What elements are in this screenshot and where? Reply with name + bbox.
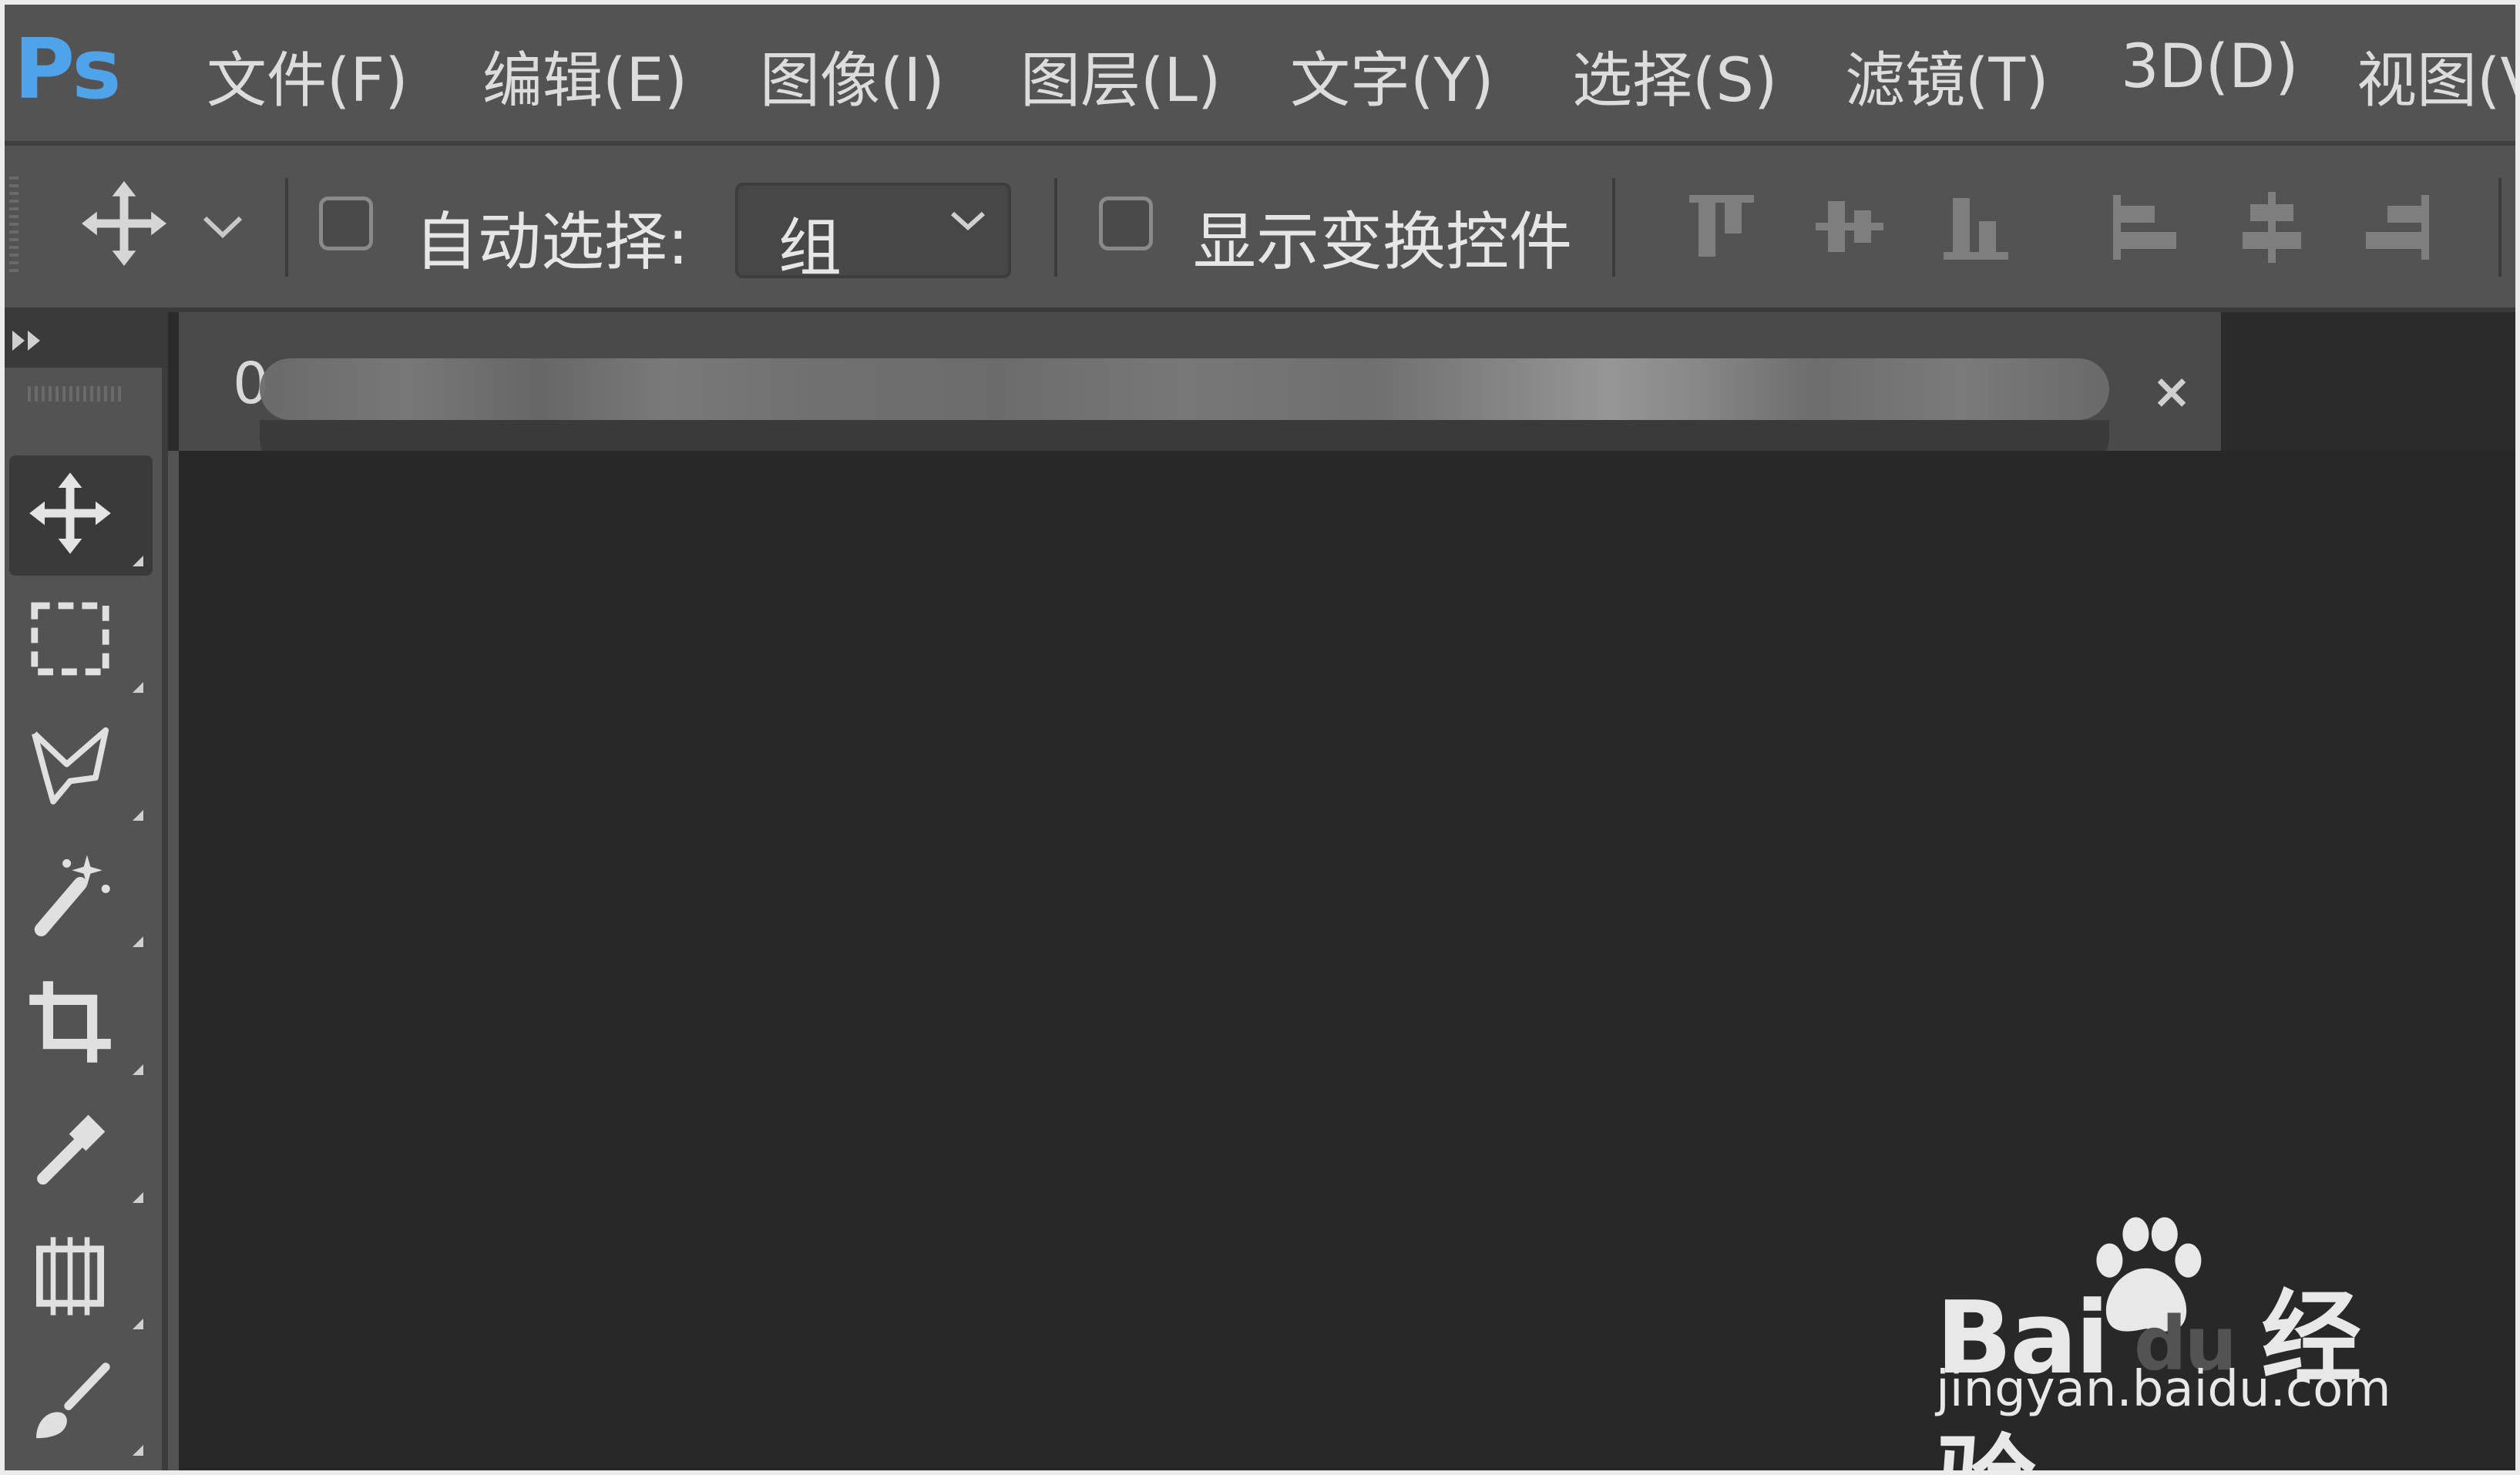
- document-tab[interactable]: 0 ×: [179, 312, 2221, 482]
- eyedropper-icon[interactable]: [9, 1092, 153, 1212]
- show-transform-controls-label: 显示变换控件: [1193, 206, 1573, 279]
- align-horizontal-centers-icon[interactable]: [2233, 189, 2310, 269]
- options-divider: [2498, 178, 2502, 277]
- align-top-edges-icon[interactable]: [1683, 189, 1760, 269]
- tools-panel-grip[interactable]: [28, 386, 123, 402]
- auto-select-checkbox[interactable]: [319, 197, 373, 250]
- watermark-url: jingyan.baidu.com: [1936, 1361, 2391, 1418]
- show-transform-controls-checkbox[interactable]: [1099, 197, 1153, 250]
- menu-layer[interactable]: 图层(L): [1020, 32, 1221, 119]
- tools-panel: [5, 368, 168, 1470]
- menu-bar: Ps 文件(F) 编辑(E) 图像(I) 图层(L) 文字(Y) 选择(S) 滤…: [5, 5, 2515, 146]
- rectangular-marquee-icon[interactable]: [9, 582, 153, 702]
- align-bottom-edges-icon[interactable]: [1937, 189, 2014, 269]
- brush-icon[interactable]: [9, 1345, 153, 1465]
- redacted-filename: [260, 358, 2109, 420]
- tool-preset-chevron-icon[interactable]: [202, 213, 244, 243]
- menu-3d[interactable]: 3D(D): [2121, 32, 2299, 102]
- menu-edit[interactable]: 编辑(E): [482, 32, 687, 119]
- photoshop-window: Ps 文件(F) 编辑(E) 图像(I) 图层(L) 文字(Y) 选择(S) 滤…: [5, 5, 2515, 1470]
- align-left-edges-icon[interactable]: [2107, 189, 2184, 269]
- options-divider: [1612, 178, 1615, 277]
- chevron-down-icon: [949, 209, 986, 235]
- options-divider: [1054, 178, 1057, 277]
- menu-filter[interactable]: 滤镜(T): [1845, 32, 2049, 119]
- auto-select-label: 自动选择:: [415, 206, 689, 279]
- close-tab-button[interactable]: ×: [2152, 363, 2192, 419]
- auto-select-target-value: 组: [778, 212, 842, 285]
- crop-icon[interactable]: [9, 964, 153, 1084]
- photoshop-logo: Ps: [14, 22, 122, 118]
- menu-image[interactable]: 图像(I): [760, 32, 945, 119]
- options-divider: [285, 178, 288, 277]
- auto-select-target-dropdown[interactable]: 组: [735, 183, 1011, 285]
- menu-file[interactable]: 文件(F): [207, 32, 408, 119]
- move-icon[interactable]: [82, 181, 166, 269]
- options-bar-grip[interactable]: [9, 176, 18, 277]
- double-chevron-right-icon: [12, 331, 40, 351]
- magic-wand-icon[interactable]: [9, 836, 153, 956]
- align-right-edges-icon[interactable]: [2358, 189, 2435, 269]
- menu-type[interactable]: 文字(Y): [1290, 32, 1494, 119]
- align-vertical-centers-icon[interactable]: [1811, 189, 1888, 269]
- menu-select[interactable]: 选择(S): [1572, 32, 1777, 119]
- frame-tool-icon[interactable]: [9, 1218, 153, 1339]
- options-bar: 自动选择: 组 显示变换控件: [5, 146, 2515, 312]
- polygonal-lasso-icon[interactable]: [9, 710, 153, 830]
- panel-collapse-button[interactable]: [5, 312, 168, 368]
- menu-view[interactable]: 视图(V: [2357, 32, 2515, 119]
- move-tool-icon[interactable]: [9, 455, 153, 576]
